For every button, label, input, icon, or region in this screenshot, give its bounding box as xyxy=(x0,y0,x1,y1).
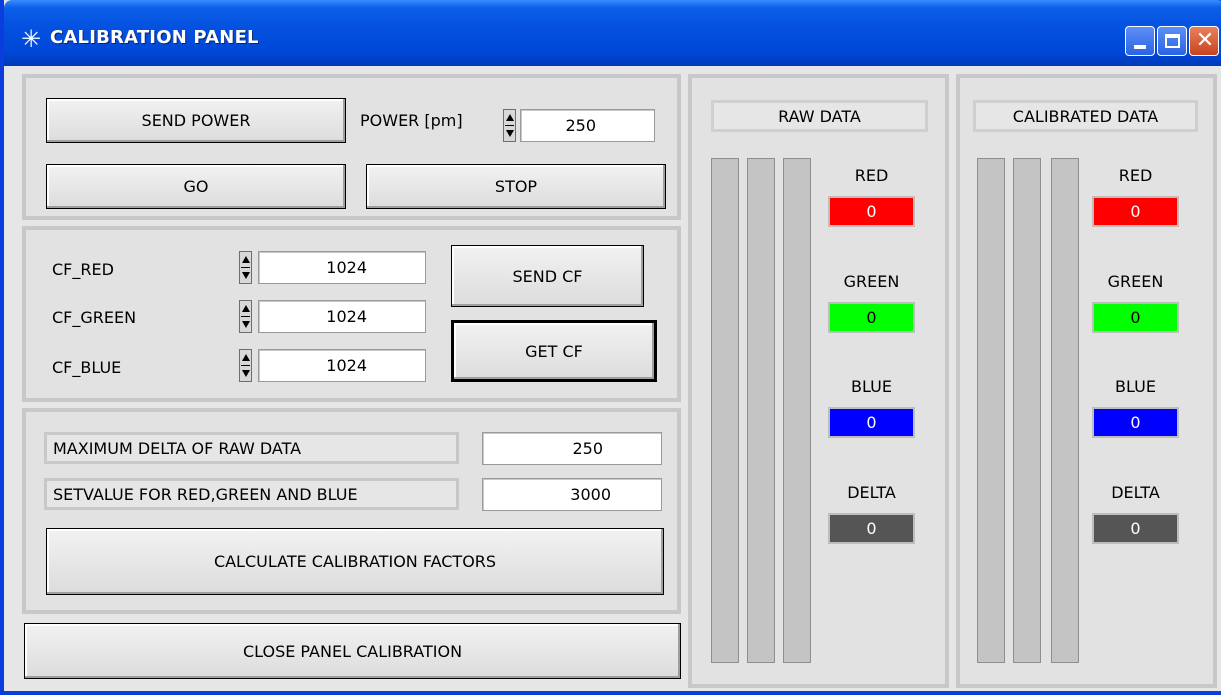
cf-green-spinner[interactable] xyxy=(239,300,252,333)
raw-blue-bar xyxy=(783,158,811,663)
maximize-button[interactable] xyxy=(1157,26,1187,56)
spin-down-icon xyxy=(242,272,250,279)
calibrated-delta-value: 0 xyxy=(1092,513,1179,544)
stop-button[interactable]: STOP xyxy=(366,164,666,209)
power-panel: SEND POWER POWER [pm] 250 GO STOP xyxy=(22,74,681,220)
raw-data-panel: RAW DATA RED 0 GREEN 0 BLUE 0 DELTA 0 xyxy=(688,74,949,688)
send-cf-button[interactable]: SEND CF xyxy=(451,245,644,307)
cf-green-label: CF_GREEN xyxy=(52,308,137,327)
client-area: SEND POWER POWER [pm] 250 GO STOP CF_RED… xyxy=(8,66,1221,691)
calibrated-green-value: 0 xyxy=(1092,302,1179,333)
calibrated-data-panel: CALIBRATED DATA RED 0 GREEN 0 BLUE 0 DEL… xyxy=(956,74,1217,688)
calculation-panel: MAXIMUM DELTA OF RAW DATA 250 SETVALUE F… xyxy=(22,408,681,614)
minimize-icon xyxy=(1134,45,1146,49)
spin-up-icon xyxy=(242,305,250,312)
spin-up-icon xyxy=(506,114,514,121)
calibrated-blue-value: 0 xyxy=(1092,407,1179,438)
spin-up-icon xyxy=(242,256,250,263)
power-spinner[interactable] xyxy=(503,109,516,142)
setvalue-input[interactable]: 3000 xyxy=(482,478,662,511)
raw-red-bar xyxy=(711,158,739,663)
max-delta-input[interactable]: 250 xyxy=(482,432,662,465)
sparkle-icon: ✳ xyxy=(20,25,42,53)
spin-divider xyxy=(241,365,250,366)
max-delta-label: MAXIMUM DELTA OF RAW DATA xyxy=(44,432,459,464)
cf-red-input[interactable]: 1024 xyxy=(258,251,426,284)
cf-blue-label: CF_BLUE xyxy=(52,358,122,377)
get-cf-button[interactable]: GET CF xyxy=(451,320,657,382)
calibrated-red-label: RED xyxy=(1118,166,1153,185)
raw-blue-label: BLUE xyxy=(851,377,892,396)
raw-green-bar xyxy=(747,158,775,663)
raw-delta-value: 0 xyxy=(828,513,915,544)
calibrated-green-label: GREEN xyxy=(1107,272,1164,291)
send-power-button[interactable]: SEND POWER xyxy=(46,98,346,143)
spin-down-icon xyxy=(242,370,250,377)
cf-green-input[interactable]: 1024 xyxy=(258,300,426,333)
raw-red-label: RED xyxy=(854,166,889,185)
calibrated-delta-label: DELTA xyxy=(1111,483,1160,502)
calibration-window: ✳ CALIBRATION PANEL ✕ SEND POWER POWER [… xyxy=(0,0,1221,695)
raw-red-value: 0 xyxy=(828,196,915,227)
close-icon: ✕ xyxy=(1195,28,1215,53)
window-title: CALIBRATION PANEL xyxy=(50,27,259,48)
minimize-button[interactable] xyxy=(1125,26,1155,56)
close-panel-button[interactable]: CLOSE PANEL CALIBRATION xyxy=(24,623,681,679)
spin-down-icon xyxy=(242,321,250,328)
spin-divider xyxy=(505,125,514,126)
calibrated-blue-label: BLUE xyxy=(1115,377,1156,396)
raw-delta-label: DELTA xyxy=(847,483,896,502)
setvalue-label: SETVALUE FOR RED,GREEN AND BLUE xyxy=(44,478,459,510)
maximize-icon xyxy=(1165,34,1180,48)
spin-up-icon xyxy=(242,354,250,361)
raw-green-label: GREEN xyxy=(843,272,900,291)
title-bar[interactable]: ✳ CALIBRATION PANEL ✕ xyxy=(4,0,1221,66)
cf-red-spinner[interactable] xyxy=(239,251,252,284)
calculate-calibration-factors-button[interactable]: CALCULATE CALIBRATION FACTORS xyxy=(46,528,664,595)
calibrated-green-bar xyxy=(1013,158,1041,663)
go-button[interactable]: GO xyxy=(46,164,346,209)
calibrated-red-bar xyxy=(977,158,1005,663)
calibrated-red-value: 0 xyxy=(1092,196,1179,227)
power-label: POWER [pm] xyxy=(360,111,463,130)
raw-data-title: RAW DATA xyxy=(711,100,928,132)
cf-red-label: CF_RED xyxy=(52,260,114,279)
spin-divider xyxy=(241,267,250,268)
cf-blue-input[interactable]: 1024 xyxy=(258,349,426,382)
cf-panel: CF_RED 1024 CF_GREEN 1024 CF_BLUE 1024 S… xyxy=(22,226,681,402)
spin-down-icon xyxy=(506,130,514,137)
calibrated-blue-bar xyxy=(1051,158,1079,663)
raw-green-value: 0 xyxy=(828,302,915,333)
close-button[interactable]: ✕ xyxy=(1189,26,1219,56)
calibrated-data-title: CALIBRATED DATA xyxy=(973,100,1198,132)
raw-blue-value: 0 xyxy=(828,407,915,438)
spin-divider xyxy=(241,316,250,317)
power-input[interactable]: 250 xyxy=(520,109,655,142)
cf-blue-spinner[interactable] xyxy=(239,349,252,382)
